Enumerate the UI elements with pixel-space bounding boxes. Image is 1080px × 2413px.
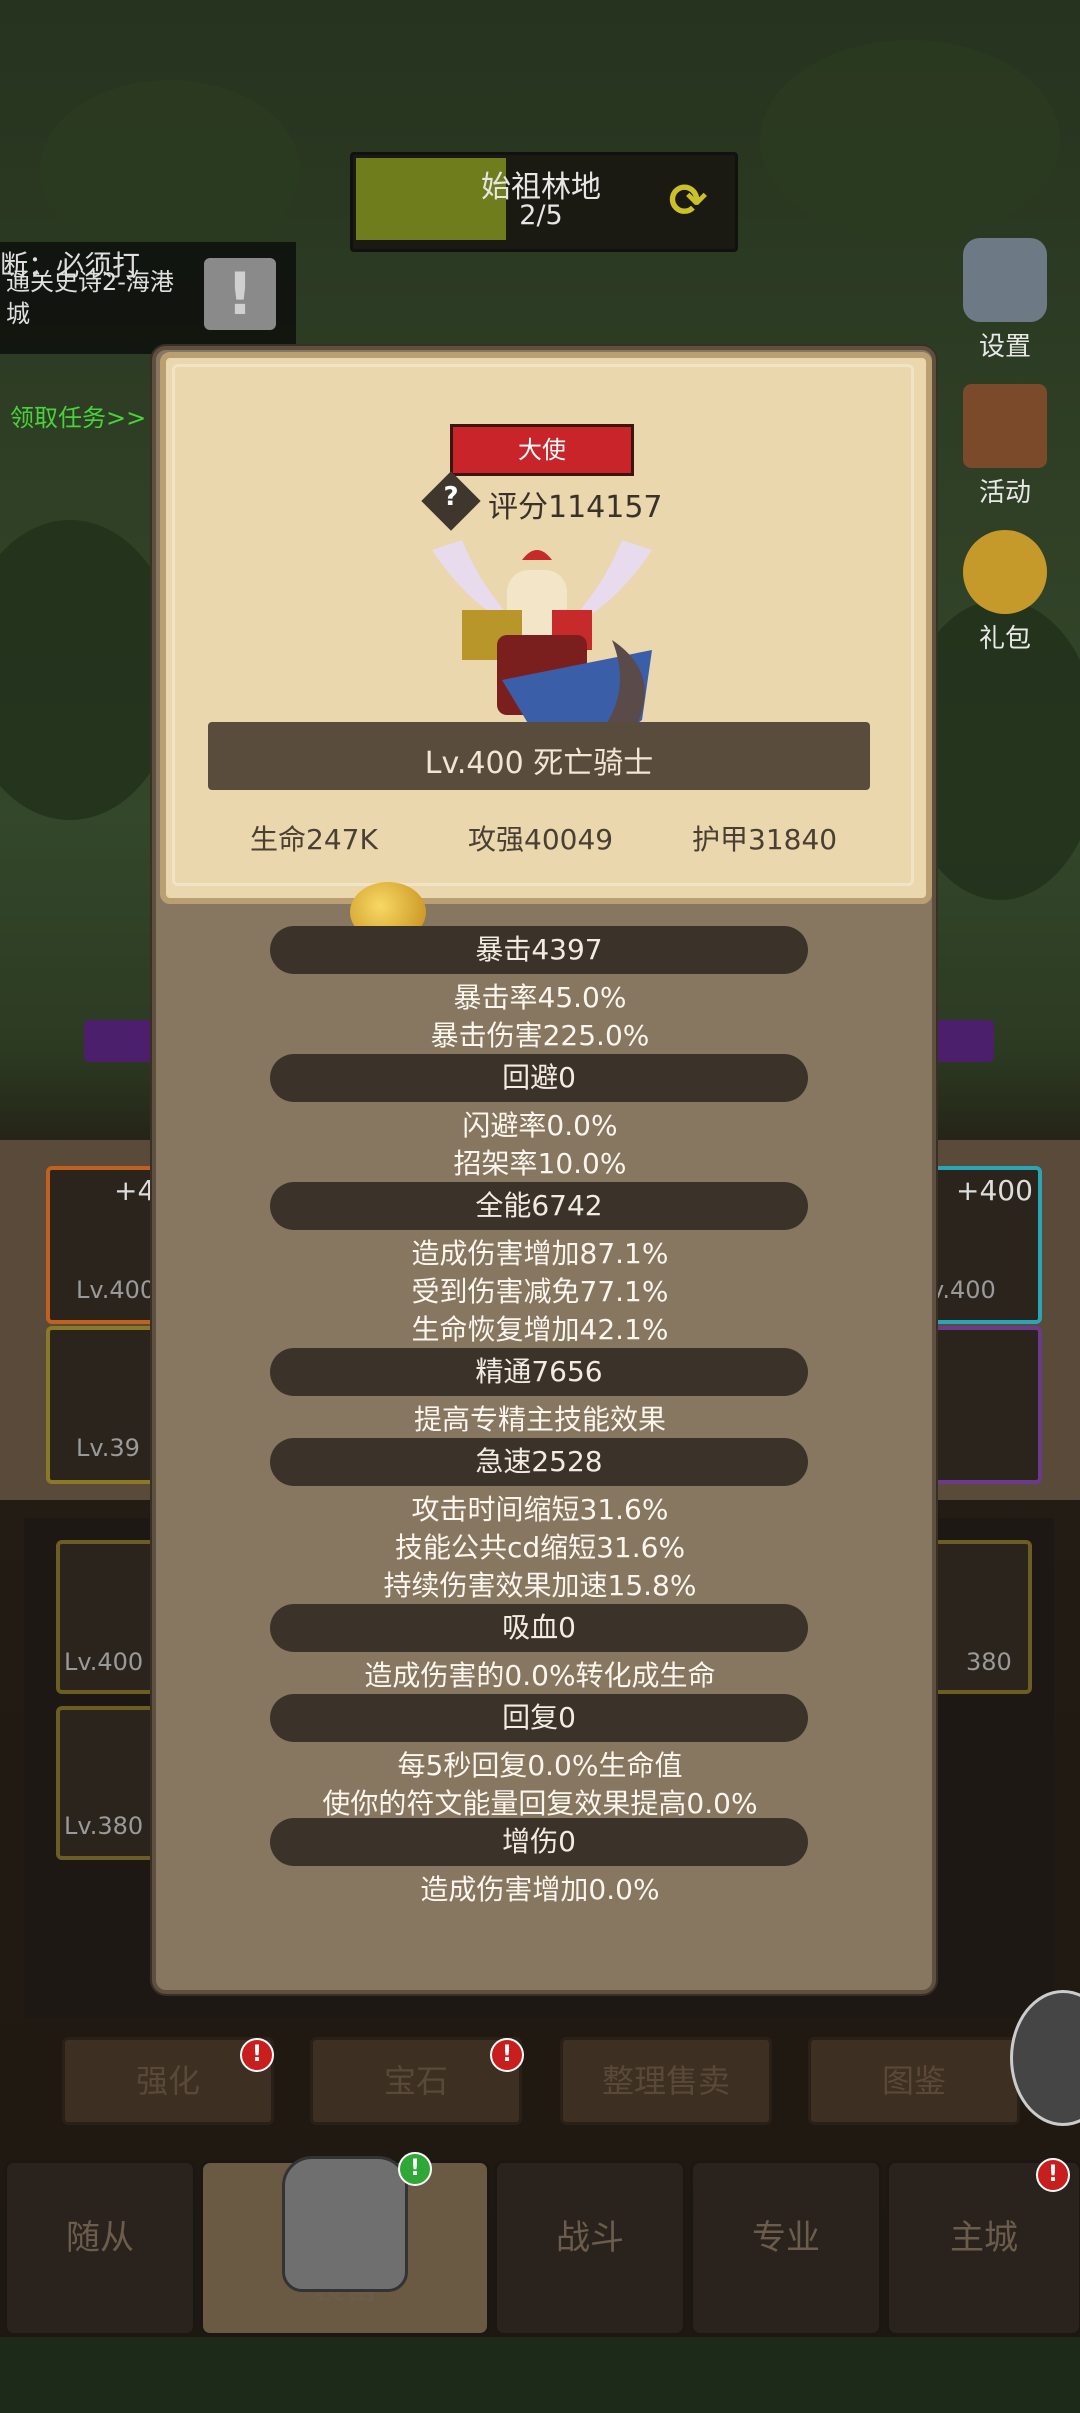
armor-icon	[282, 2156, 408, 2292]
activity-button[interactable]: 活动	[950, 384, 1060, 509]
gear-icon	[963, 238, 1047, 322]
activity-label: 活动	[978, 478, 1031, 508]
alert-badge: !	[398, 2152, 432, 2186]
hero-score: 评分114157	[488, 490, 663, 525]
class-badge: 大使	[450, 424, 634, 476]
settings-label: 设置	[978, 332, 1031, 362]
equipment-slot[interactable]	[924, 1326, 1042, 1484]
slot-level: v.400	[930, 1276, 996, 1304]
stat-header: 回避0	[270, 1054, 808, 1102]
stat-line: 闪避率0.0%	[462, 1109, 618, 1142]
stat-header: 急速2528	[270, 1438, 808, 1486]
settings-button[interactable]: 设置	[950, 238, 1060, 363]
quest-text: 通关史诗2-海港城	[6, 268, 174, 328]
stat-line: 持续伤害效果加速15.8%	[383, 1569, 697, 1602]
stat-line: 造成伤害的0.0%转化成生命	[364, 1659, 716, 1692]
slot-plus: +400	[956, 1174, 1033, 1207]
tab-follower[interactable]: 随从	[4, 2160, 196, 2336]
stat-header: 吸血0	[270, 1604, 808, 1652]
attack-stat: 攻强40049	[468, 823, 614, 856]
codex-button[interactable]: 图鉴	[808, 2037, 1020, 2125]
hp-stat: 生命247K	[250, 823, 378, 856]
stat-line: 使你的符文能量回复效果提高0.0%	[322, 1787, 758, 1820]
foliage	[760, 40, 1060, 240]
hero-name: Lv.400 死亡骑士	[424, 746, 654, 781]
slot-level: Lv.39	[76, 1434, 140, 1462]
stat-line: 造成伤害增加87.1%	[411, 1237, 669, 1270]
scroll-icon	[963, 384, 1047, 468]
armor-stat: 护甲31840	[692, 823, 838, 856]
alert-badge: !	[1036, 2158, 1070, 2192]
stat-header: 暴击4397	[270, 926, 808, 974]
tab-profession[interactable]: 专业	[690, 2160, 882, 2336]
slot-level: Lv.380	[64, 1812, 144, 1840]
stat-line: 提高专精主技能效果	[413, 1403, 666, 1436]
stat-header: 精通7656	[270, 1348, 808, 1396]
sort-sell-button[interactable]: 整理售卖	[560, 2037, 772, 2125]
slot-level: 380	[966, 1648, 1012, 1676]
gift-button[interactable]: 礼包	[950, 530, 1060, 655]
alert-badge: !	[240, 2038, 274, 2072]
foliage	[40, 80, 300, 260]
stat-line: 每5秒回复0.0%生命值	[397, 1749, 683, 1782]
refresh-icon[interactable]: ⟳	[658, 170, 718, 230]
stat-line: 暴击率45.0%	[453, 981, 627, 1014]
stat-line: 造成伤害增加0.0%	[420, 1873, 660, 1906]
slot-level: Lv.400	[76, 1276, 156, 1304]
stat-header: 增伤0	[270, 1818, 808, 1866]
stat-header: 全能6742	[270, 1182, 808, 1230]
stat-header: 回复0	[270, 1694, 808, 1742]
stat-line: 招架率10.0%	[453, 1147, 627, 1180]
stat-line: 生命恢复增加42.1%	[411, 1313, 669, 1346]
slot-plus: +4	[114, 1174, 156, 1207]
slot-level: Lv.400	[64, 1648, 144, 1676]
tab-battle[interactable]: 战斗	[494, 2160, 686, 2336]
stat-line: 受到伤害减免77.1%	[411, 1275, 669, 1308]
gift-icon	[963, 530, 1047, 614]
alert-icon: !	[204, 258, 276, 330]
claim-quest-link[interactable]: 领取任务>>	[10, 398, 146, 433]
help-mark: ?	[443, 482, 459, 512]
stat-line: 暴击伤害225.0%	[430, 1019, 650, 1052]
alert-badge: !	[490, 2038, 524, 2072]
stat-line: 攻击时间缩短31.6%	[411, 1493, 669, 1526]
stat-line: 技能公共cd缩短31.6%	[394, 1531, 686, 1564]
gift-label: 礼包	[978, 624, 1031, 654]
